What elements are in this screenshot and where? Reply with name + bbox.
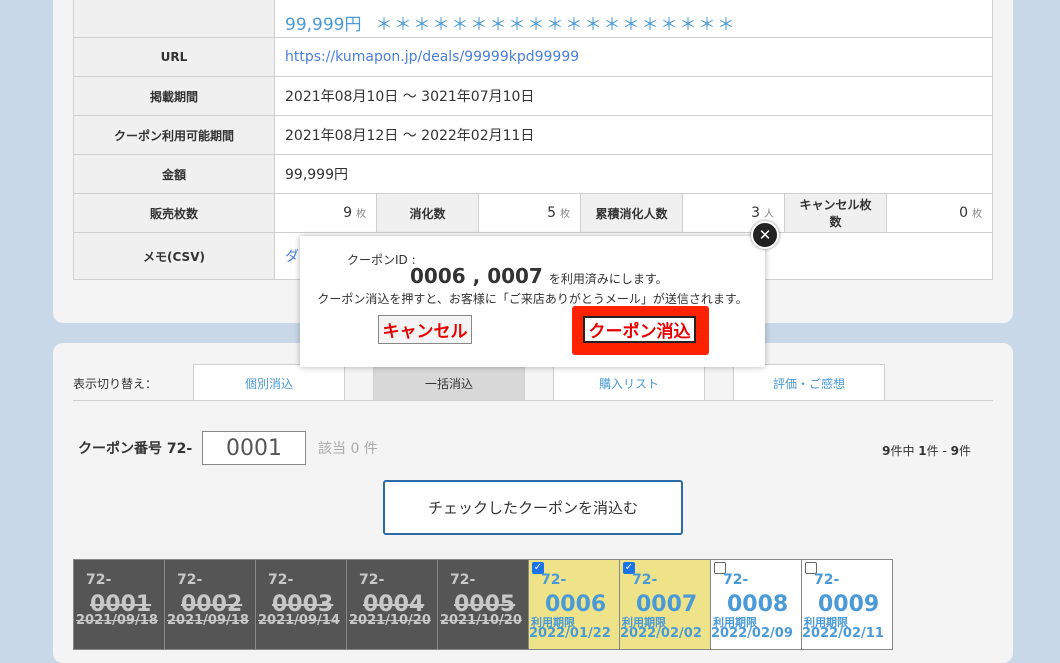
confirm-dialog: クーポンID : 0006 , 0007 を利用済みにします。 クーポン消込を押す…: [300, 236, 765, 367]
coupon-id-label: クーポンID :: [347, 253, 416, 267]
cancel-button[interactable]: キャンセル: [378, 315, 472, 344]
selected-coupon-ids: 0006 , 0007: [410, 264, 543, 288]
confirm-button-highlight: クーポン消込: [572, 306, 709, 355]
close-icon[interactable]: ✕: [751, 221, 779, 249]
email-notice: クーポン消込を押すと、お客様に「ご来店ありがとうメール」が送信されます。: [317, 292, 748, 306]
selected-ids-suffix: を利用済みにします。: [548, 272, 668, 286]
redeem-coupon-button[interactable]: クーポン消込: [583, 316, 696, 343]
